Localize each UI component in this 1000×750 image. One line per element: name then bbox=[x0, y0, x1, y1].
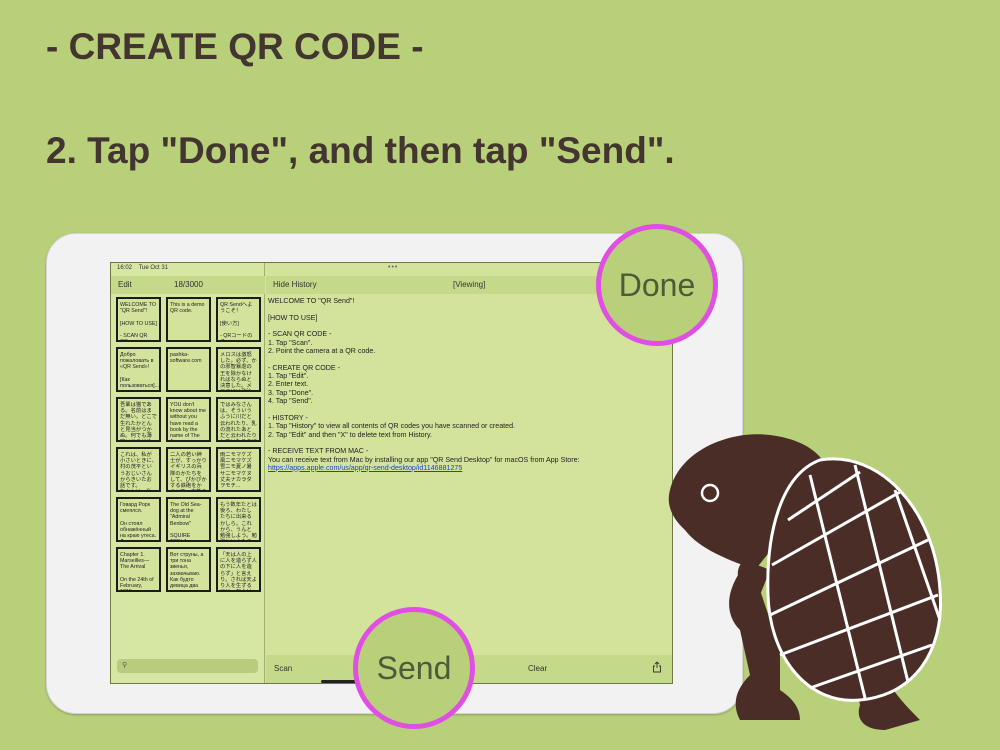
history-cell[interactable]: QR Sendへようこそ！ [使い方] - QRコードのス... bbox=[216, 297, 261, 342]
scan-button[interactable]: Scan bbox=[274, 664, 292, 673]
done-callout-label: Done bbox=[618, 266, 696, 303]
search-input[interactable]: ⚲ bbox=[117, 659, 258, 673]
status-date: Tue Oct 31 bbox=[138, 265, 169, 271]
page-heading: - CREATE QR CODE - bbox=[46, 26, 424, 67]
history-cell[interactable]: WELCOME TO "QR Send"! [HOW TO USE] - SCA… bbox=[116, 297, 161, 342]
status-time: 16:02 bbox=[117, 265, 133, 271]
history-cell[interactable]: Вот струны, а три тона звенья, захвачьва… bbox=[166, 547, 211, 592]
multitask-dots-icon[interactable]: ••• bbox=[388, 264, 398, 271]
history-cell[interactable]: メロスは激怒した。必ず、かの邪智暴虐の王を除かなければならぬと決意した。メロスに… bbox=[216, 347, 261, 392]
instruction-heading: 2. Tap "Done", and then tap "Send". bbox=[46, 130, 675, 171]
history-cell[interactable]: 吾輩は猫である。名前はまだ無い。どこで生れたかとんと見当がつかぬ。何でも薄暗いじ… bbox=[116, 397, 161, 442]
history-cell[interactable]: pashka-software.com bbox=[166, 347, 211, 392]
history-cell[interactable]: The Old Sea-dog at the "Admiral Benbow" … bbox=[166, 497, 211, 542]
history-cell[interactable]: 二人の若い紳士が、すっかりイギリスの兵隊のかたちをして、ぴかぴかする鉄砲をかつい… bbox=[166, 447, 211, 492]
sidebar-toolbar: Edit 18/3000 bbox=[111, 276, 265, 294]
history-cell[interactable]: ではみなさんは、そういうふうに川だと云われたり、乳の流れたあとだと云われたりして… bbox=[216, 397, 261, 442]
history-cell[interactable]: This is a demo QR code. bbox=[166, 297, 211, 342]
mode-label: [Viewing] bbox=[453, 280, 486, 289]
app-store-link[interactable]: https://apps.apple.com/us/app/qr-send-de… bbox=[268, 464, 462, 472]
history-cell[interactable]: もう数年たとは後ろ、わたしたちに出来るかしら。これから、うんと勉強しよう。勉強と… bbox=[216, 497, 261, 542]
history-cell[interactable]: Говард Рорк смеялся. Он стоял обнажённый… bbox=[116, 497, 161, 542]
text-content[interactable]: WELCOME TO "QR Send"! [HOW TO USE] - SCA… bbox=[268, 297, 668, 472]
history-cell[interactable]: YOU don't know about me without you have… bbox=[166, 397, 211, 442]
history-cell[interactable]: 「天は人の上に人を造らず人の下に人を造らず」と言えり。されば天より人を生ずるには… bbox=[216, 547, 261, 592]
history-cell[interactable]: Добро пожаловать в «QR Send»! [Как польз… bbox=[116, 347, 161, 392]
done-callout[interactable]: Done bbox=[596, 224, 718, 346]
turtle-mascot bbox=[668, 434, 943, 730]
history-cell[interactable]: これは、私が小さいときに、村の茂平というおじいさんからきいたお話です。 むかしは… bbox=[116, 447, 161, 492]
history-count: 18/3000 bbox=[174, 280, 203, 289]
search-icon: ⚲ bbox=[122, 662, 128, 669]
status-bar: 16:02 Tue Oct 31 bbox=[111, 263, 265, 274]
edit-button[interactable]: Edit bbox=[118, 280, 132, 289]
hide-history-button[interactable]: Hide History bbox=[273, 280, 317, 289]
clear-button[interactable]: Clear bbox=[528, 664, 547, 673]
send-callout-label: Send bbox=[376, 649, 452, 686]
history-cell[interactable]: 雨ニモマケズ 風ニモマケズ 雪ニモ夏ノ暑サニモマケヌ 丈夫ナカラダヲモチ... bbox=[216, 447, 261, 492]
send-callout[interactable]: Send bbox=[353, 607, 475, 729]
history-cell[interactable]: Chapter 1. Marseilles—The Arrival On the… bbox=[116, 547, 161, 592]
content-body: WELCOME TO "QR Send"! [HOW TO USE] - SCA… bbox=[268, 297, 580, 464]
history-sidebar: 16:02 Tue Oct 31 Edit 18/3000 WELCOME TO… bbox=[111, 263, 265, 683]
